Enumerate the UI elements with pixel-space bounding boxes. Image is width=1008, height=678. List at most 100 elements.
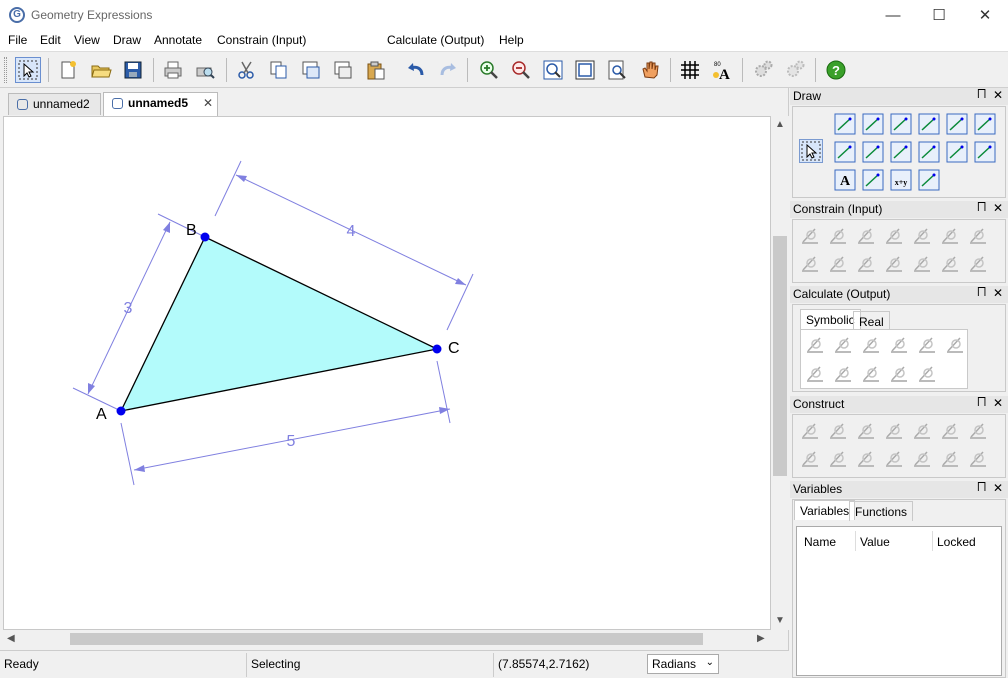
scroll-down-icon[interactable]: ▼ (775, 615, 785, 626)
pan-hand-icon[interactable] (637, 57, 663, 83)
calculate-tool-icon[interactable] (831, 333, 855, 357)
vertical-scroll-thumb[interactable] (773, 236, 787, 476)
calculate-tool-icon[interactable] (859, 362, 883, 386)
new-file-icon[interactable] (55, 57, 81, 83)
constrain-tool-icon[interactable] (938, 252, 962, 276)
draw-locus-icon[interactable] (917, 168, 941, 192)
tab-functions[interactable]: Functions (849, 501, 914, 521)
variables-table[interactable]: Name Value Locked (796, 526, 1002, 676)
copy-expr-icon[interactable] (330, 57, 356, 83)
triangle-shape[interactable] (119, 236, 440, 412)
menu-file[interactable]: File (8, 33, 27, 47)
draw-vector-icon[interactable] (917, 112, 941, 136)
point-c[interactable] (432, 344, 442, 354)
construct-tool-icon[interactable] (854, 419, 878, 443)
construct-tool-icon[interactable] (938, 447, 962, 471)
close-tab-icon[interactable]: ✕ (203, 96, 213, 110)
construct-tool-icon[interactable] (826, 419, 850, 443)
column-locked[interactable]: Locked (937, 535, 976, 549)
scroll-right-icon[interactable]: ▶ (757, 633, 765, 644)
drawing-canvas[interactable]: 3 4 5 A B C (3, 116, 771, 630)
calculate-tool-icon[interactable] (803, 362, 827, 386)
constrain-tool-icon[interactable] (826, 252, 850, 276)
construct-tool-icon[interactable] (966, 419, 990, 443)
close-panel-icon[interactable]: ✕ (993, 481, 1003, 495)
construct-tool-icon[interactable] (910, 447, 934, 471)
tab-variables[interactable]: Variables (794, 500, 856, 520)
construct-tool-icon[interactable] (938, 419, 962, 443)
constrain-tool-icon[interactable] (910, 224, 934, 248)
horizontal-scrollbar[interactable]: ◀ ▶ (3, 630, 771, 648)
draw-segment-icon[interactable] (861, 112, 885, 136)
draw-point-icon[interactable] (833, 112, 857, 136)
scroll-up-icon[interactable]: ▲ (775, 119, 785, 130)
toolbar-grip[interactable] (4, 57, 7, 83)
calculate-tool-icon[interactable] (831, 362, 855, 386)
close-panel-icon[interactable]: ✕ (993, 286, 1003, 300)
draw-circle-icon[interactable] (973, 112, 997, 136)
column-name[interactable]: Name (804, 535, 836, 549)
draw-expression-icon[interactable]: x+y (889, 168, 913, 192)
zoom-extent-icon[interactable] (572, 57, 598, 83)
print-preview-icon[interactable] (192, 57, 218, 83)
constrain-tool-icon[interactable] (966, 252, 990, 276)
horizontal-scroll-thumb[interactable] (70, 633, 703, 645)
construct-tool-icon[interactable] (910, 419, 934, 443)
draw-parabola-icon[interactable] (917, 140, 941, 164)
undo-icon[interactable] (403, 57, 429, 83)
construct-tool-icon[interactable] (826, 447, 850, 471)
draw-polygon-icon[interactable] (945, 140, 969, 164)
menu-view[interactable]: View (74, 33, 100, 47)
construct-tool-icon[interactable] (798, 447, 822, 471)
print-icon[interactable] (160, 57, 186, 83)
vertical-scrollbar[interactable]: ▲ ▼ (771, 116, 789, 630)
calculate-tool-icon[interactable] (915, 362, 939, 386)
paste-icon[interactable] (363, 57, 389, 83)
zoom-out-icon[interactable] (508, 57, 534, 83)
point-b[interactable] (200, 232, 210, 242)
construct-tool-icon[interactable] (798, 419, 822, 443)
close-panel-icon[interactable]: ✕ (993, 201, 1003, 215)
constrain-tool-icon[interactable] (798, 224, 822, 248)
menu-calculate[interactable]: Calculate (Output) (387, 33, 484, 47)
construct-tool-icon[interactable] (882, 419, 906, 443)
pin-icon[interactable]: ⨅ (977, 481, 986, 494)
maximize-button[interactable]: ☐ (916, 0, 962, 31)
constrain-tool-icon[interactable] (910, 252, 934, 276)
construct-tool-icon[interactable] (854, 447, 878, 471)
draw-ellipse-icon[interactable] (833, 140, 857, 164)
draw-function-icon[interactable] (973, 140, 997, 164)
select-arrow-icon[interactable] (15, 57, 41, 83)
draw-select-icon[interactable] (799, 139, 823, 163)
draw-text-icon[interactable]: A (833, 168, 857, 192)
menu-edit[interactable]: Edit (40, 33, 61, 47)
angle-unit-select[interactable]: Radians ⌄ (647, 654, 719, 674)
menu-help[interactable]: Help (499, 33, 524, 47)
menu-draw[interactable]: Draw (113, 33, 141, 47)
construct-tool-icon[interactable] (882, 447, 906, 471)
cut-scissors-icon[interactable] (234, 57, 260, 83)
pin-icon[interactable]: ⨅ (977, 396, 986, 409)
constrain-tool-icon[interactable] (826, 224, 850, 248)
gear-icon[interactable] (750, 57, 776, 83)
zoom-fit-icon[interactable] (540, 57, 566, 83)
constrain-tool-icon[interactable] (882, 252, 906, 276)
menu-annotate[interactable]: Annotate (154, 33, 202, 47)
copy-image-icon[interactable] (298, 57, 324, 83)
constrain-tool-icon[interactable] (966, 224, 990, 248)
draw-hyperbola-icon[interactable] (889, 140, 913, 164)
zoom-page-icon[interactable] (604, 57, 630, 83)
zoom-in-icon[interactable] (476, 57, 502, 83)
open-folder-icon[interactable] (88, 57, 114, 83)
calculate-tool-icon[interactable] (859, 333, 883, 357)
font-size-icon[interactable]: 80 A (709, 57, 735, 83)
column-value[interactable]: Value (860, 535, 890, 549)
calculate-tool-icon[interactable] (887, 333, 911, 357)
scroll-left-icon[interactable]: ◀ (7, 633, 15, 644)
constrain-tool-icon[interactable] (938, 224, 962, 248)
grid-icon[interactable] (677, 57, 703, 83)
point-a[interactable] (116, 406, 126, 416)
tab-unnamed5[interactable]: unnamed5 ✕ (103, 92, 218, 116)
construct-tool-icon[interactable] (966, 447, 990, 471)
draw-picture-icon[interactable] (861, 168, 885, 192)
